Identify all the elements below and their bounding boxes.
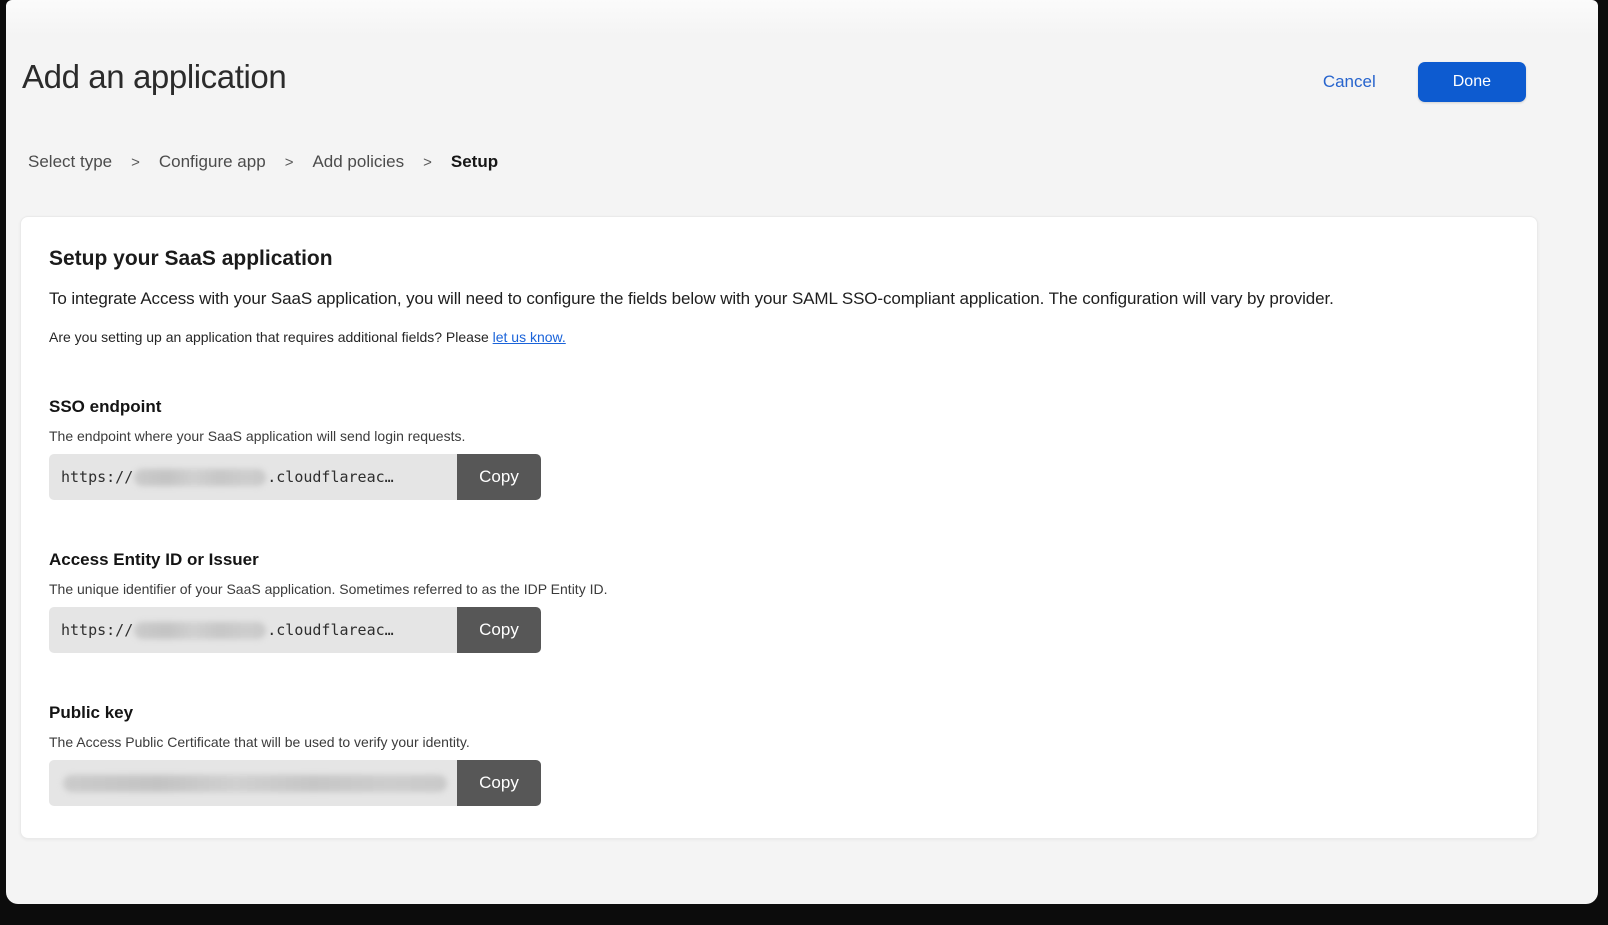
breadcrumb-separator: > (423, 154, 432, 171)
header-actions: Cancel Done (1323, 62, 1526, 102)
field-public-key: Public key The Access Public Certificate… (49, 703, 1507, 806)
field-sso-endpoint: SSO endpoint The endpoint where your Saa… (49, 397, 1507, 500)
breadcrumb-separator: > (131, 154, 140, 171)
card-intro: To integrate Access with your SaaS appli… (49, 289, 1507, 309)
field-label: Access Entity ID or Issuer (49, 550, 1507, 570)
setup-card: Setup your SaaS application To integrate… (20, 216, 1538, 839)
field-label: Public key (49, 703, 1507, 723)
public-key-copy-row: Copy (49, 760, 541, 806)
card-title: Setup your SaaS application (49, 247, 1507, 271)
field-access-entity-id: Access Entity ID or Issuer The unique id… (49, 550, 1507, 653)
redacted-value-blur (134, 622, 266, 639)
field-description: The unique identifier of your SaaS appli… (49, 581, 1507, 597)
breadcrumb: Select type > Configure app > Add polici… (28, 152, 1598, 172)
value-prefix: https:// (61, 468, 133, 486)
page-header: Add an application Cancel Done (6, 0, 1598, 102)
breadcrumb-item-add-policies[interactable]: Add policies (312, 152, 404, 172)
sso-endpoint-value: https:// .cloudflareac… (49, 454, 457, 500)
done-button[interactable]: Done (1418, 62, 1526, 102)
entity-id-value: https:// .cloudflareac… (49, 607, 457, 653)
cancel-button[interactable]: Cancel (1323, 72, 1376, 92)
value-suffix: .cloudflareac… (267, 621, 393, 639)
breadcrumb-separator: > (285, 154, 294, 171)
note-text: Are you setting up an application that r… (49, 329, 489, 345)
public-key-value (49, 760, 457, 806)
redacted-value-blur (63, 775, 447, 792)
sso-endpoint-copy-row: https:// .cloudflareac… Copy (49, 454, 541, 500)
additional-fields-note: Are you setting up an application that r… (49, 329, 1507, 345)
redacted-value-blur (134, 469, 266, 486)
app-screen: Add an application Cancel Done Select ty… (6, 0, 1598, 904)
page-title: Add an application (22, 58, 286, 96)
field-description: The Access Public Certificate that will … (49, 734, 1507, 750)
breadcrumb-item-configure-app[interactable]: Configure app (159, 152, 266, 172)
entity-id-copy-row: https:// .cloudflareac… Copy (49, 607, 541, 653)
let-us-know-link[interactable]: let us know. (493, 329, 566, 345)
entity-id-copy-button[interactable]: Copy (457, 607, 541, 653)
value-suffix: .cloudflareac… (267, 468, 393, 486)
field-description: The endpoint where your SaaS application… (49, 428, 1507, 444)
field-label: SSO endpoint (49, 397, 1507, 417)
breadcrumb-item-select-type[interactable]: Select type (28, 152, 112, 172)
breadcrumb-item-setup: Setup (451, 152, 498, 172)
sso-endpoint-copy-button[interactable]: Copy (457, 454, 541, 500)
value-prefix: https:// (61, 621, 133, 639)
public-key-copy-button[interactable]: Copy (457, 760, 541, 806)
